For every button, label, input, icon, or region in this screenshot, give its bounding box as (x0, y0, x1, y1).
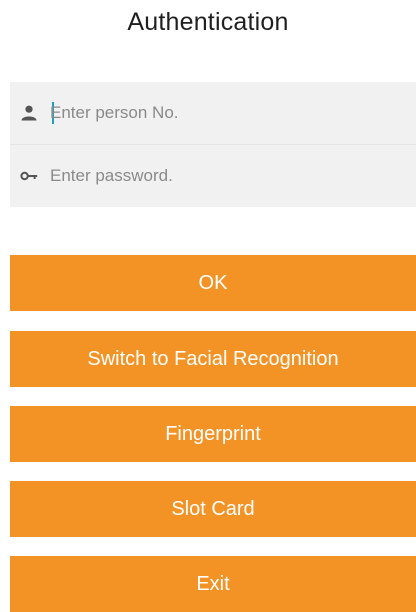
switch-facial-recognition-button[interactable]: Switch to Facial Recognition (10, 331, 416, 387)
slot-card-button[interactable]: Slot Card (10, 481, 416, 537)
login-form (10, 82, 416, 207)
person-no-field[interactable] (10, 82, 416, 144)
exit-button[interactable]: Exit (10, 556, 416, 612)
page-title: Authentication (127, 8, 289, 36)
person-no-input[interactable] (50, 82, 400, 144)
fingerprint-button[interactable]: Fingerprint (10, 406, 416, 462)
key-icon (20, 167, 38, 185)
ok-button[interactable]: OK (10, 255, 416, 311)
password-input[interactable] (50, 145, 400, 207)
password-field[interactable] (10, 144, 416, 207)
person-icon (20, 104, 38, 122)
